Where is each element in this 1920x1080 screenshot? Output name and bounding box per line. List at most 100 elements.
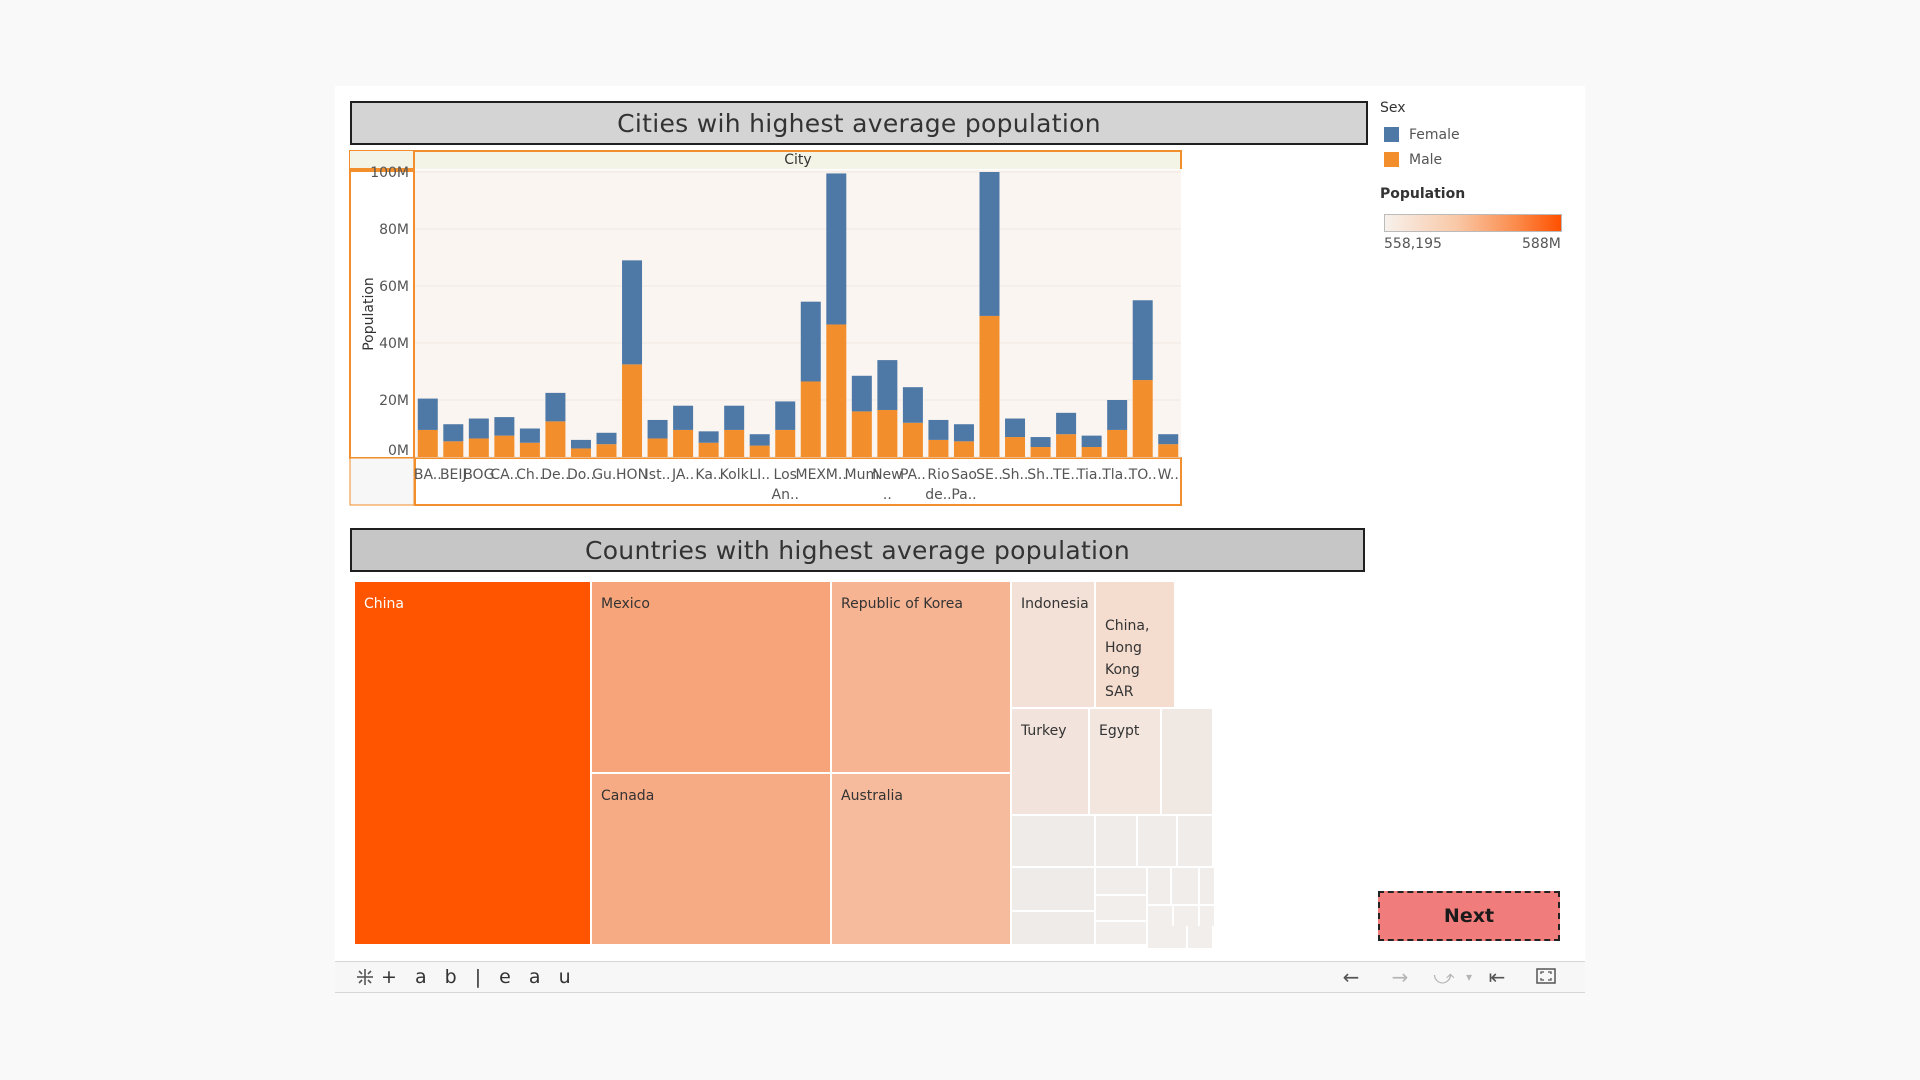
bar-male[interactable] (1005, 437, 1026, 457)
bar-female[interactable] (494, 417, 515, 436)
bar-male[interactable] (877, 409, 898, 457)
bar-female[interactable] (673, 405, 694, 430)
arrow-left-icon[interactable]: ← (1337, 965, 1365, 989)
bar-male[interactable] (519, 442, 540, 457)
bar-male[interactable] (596, 444, 617, 457)
sex-legend-title: Sex (1380, 100, 1406, 116)
bar-male[interactable] (673, 429, 694, 457)
bar-female[interactable] (953, 424, 974, 442)
bar-male[interactable] (953, 441, 974, 457)
tile-small[interactable] (1188, 926, 1214, 950)
bar-female[interactable] (1030, 437, 1051, 448)
tile-small[interactable] (1012, 868, 1096, 912)
tile-small[interactable] (1096, 922, 1148, 946)
bar-male[interactable] (851, 411, 872, 457)
bar-male[interactable] (928, 439, 949, 457)
bar-female[interactable] (979, 172, 1000, 316)
bar-female[interactable] (622, 260, 643, 365)
reset-icon[interactable]: ⇤ (1483, 965, 1511, 989)
legend-item-male[interactable]: Male (1380, 147, 1580, 172)
fullscreen-icon[interactable] (1532, 965, 1560, 989)
arrow-right-icon[interactable]: → (1386, 965, 1414, 989)
tile-china[interactable]: China (355, 582, 592, 946)
bar-female[interactable] (1081, 435, 1102, 448)
bar-male[interactable] (1030, 447, 1051, 457)
tile-small[interactable] (1096, 868, 1148, 896)
bar-female[interactable] (545, 392, 566, 422)
bar-male[interactable] (1056, 434, 1077, 457)
bar-female[interactable] (1132, 300, 1153, 381)
bar-male[interactable] (979, 315, 1000, 457)
bar-male[interactable] (443, 441, 464, 457)
bar-female[interactable] (1005, 418, 1026, 438)
bar-female[interactable] (724, 405, 745, 430)
bar-female[interactable] (417, 398, 438, 430)
bar-female[interactable] (570, 439, 591, 449)
bar-female[interactable] (468, 418, 489, 439)
bar-female[interactable] (1107, 400, 1128, 430)
bar-male[interactable] (417, 429, 438, 457)
tile-small[interactable] (1148, 926, 1188, 950)
tile-turkey[interactable]: Turkey (1012, 709, 1090, 816)
bar-female[interactable] (749, 434, 770, 446)
bar-female[interactable] (519, 428, 540, 443)
tableau-logo[interactable]: + a b | e a u (355, 966, 577, 988)
x-tick-label: TO.. (1128, 467, 1157, 483)
tile-indonesia[interactable]: Indonesia (1012, 582, 1096, 709)
tile-small[interactable] (1012, 816, 1096, 868)
tile-small[interactable] (1172, 868, 1200, 906)
tile-canada[interactable]: Canada (592, 774, 832, 946)
bar-male[interactable] (622, 364, 643, 457)
tile-small[interactable] (1096, 896, 1148, 922)
tile-small[interactable] (1096, 816, 1138, 868)
tile-small[interactable] (1138, 816, 1178, 868)
tile-small[interactable] (1148, 868, 1172, 906)
y-axis-label: Population (361, 277, 377, 351)
bar-male[interactable] (749, 445, 770, 457)
tile-small[interactable] (1162, 709, 1214, 816)
redo-icon[interactable]: ⤻ (1430, 965, 1458, 989)
bar-male[interactable] (698, 442, 719, 457)
bar-female[interactable] (851, 375, 872, 412)
x-tick-label: Rio (927, 467, 949, 483)
bar-female[interactable] (800, 301, 821, 382)
bar-male[interactable] (800, 381, 821, 457)
bar-male[interactable] (902, 422, 923, 457)
legend-item-female[interactable]: Female (1380, 122, 1580, 147)
bar-female[interactable] (698, 431, 719, 443)
tile-australia[interactable]: Australia (832, 774, 1012, 946)
bar-female[interactable] (596, 432, 617, 445)
bar-male[interactable] (647, 438, 668, 457)
chevron-down-icon[interactable]: ▾ (1455, 970, 1483, 984)
x-tick-label: Sh.. (1027, 467, 1054, 483)
bar-female[interactable] (826, 173, 847, 325)
tile-korea[interactable]: Republic of Korea (832, 582, 1012, 774)
bar-male[interactable] (1158, 444, 1179, 457)
bar-male[interactable] (545, 421, 566, 457)
bar-male[interactable] (1107, 429, 1128, 457)
bar-female[interactable] (1056, 412, 1077, 435)
tile-small[interactable] (1178, 816, 1214, 868)
tile-hongkong[interactable]: China, Hong Kong SAR (1096, 582, 1176, 709)
bar-male[interactable] (468, 438, 489, 457)
bar-male[interactable] (494, 435, 515, 457)
bar-male[interactable] (724, 429, 745, 457)
bar-male[interactable] (1081, 447, 1102, 457)
tile-egypt[interactable]: Egypt (1090, 709, 1162, 816)
tile-small[interactable] (1214, 709, 1367, 946)
bar-female[interactable] (902, 387, 923, 423)
bar-female[interactable] (877, 360, 898, 410)
bar-female[interactable] (443, 424, 464, 442)
next-button[interactable]: Next (1378, 891, 1560, 941)
bar-male[interactable] (775, 429, 796, 457)
bar-male[interactable] (826, 324, 847, 457)
x-tick-label: Ch.. (516, 467, 544, 483)
bar-female[interactable] (1158, 434, 1179, 445)
bar-female[interactable] (647, 419, 668, 439)
bar-male[interactable] (570, 448, 591, 457)
tile-mexico[interactable]: Mexico (592, 582, 832, 774)
bar-male[interactable] (1132, 380, 1153, 457)
bar-female[interactable] (775, 401, 796, 430)
tile-small[interactable] (1012, 912, 1096, 946)
bar-female[interactable] (928, 419, 949, 440)
